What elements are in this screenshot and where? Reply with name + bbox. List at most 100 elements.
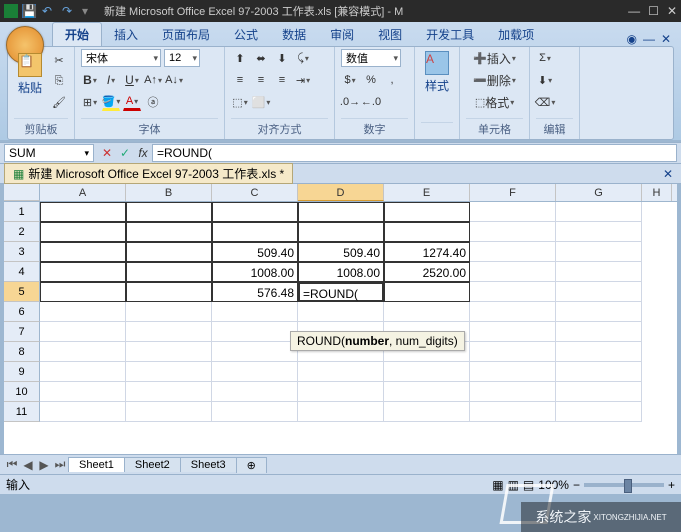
align-left-button[interactable]: ≡	[231, 71, 249, 89]
worksheet-grid[interactable]: A B C D E F G H 1 2 3509.40509.401274.40…	[4, 184, 677, 454]
copy-icon[interactable]: ⎘	[50, 72, 68, 90]
underline-button[interactable]: U	[123, 71, 141, 89]
zoom-level[interactable]: 100%	[538, 478, 569, 492]
cell[interactable]: 509.40	[212, 242, 298, 262]
minimize-button[interactable]: —	[628, 4, 640, 18]
col-header-a[interactable]: A	[40, 184, 126, 201]
cell[interactable]	[126, 262, 212, 282]
cell[interactable]	[212, 362, 298, 382]
format-cells-button[interactable]: ⬚格式	[466, 93, 523, 111]
row-header[interactable]: 10	[4, 382, 40, 402]
zoom-slider[interactable]	[584, 483, 664, 487]
cell[interactable]	[40, 222, 126, 242]
font-face-combo[interactable]: 宋体	[81, 49, 161, 67]
col-header-b[interactable]: B	[126, 184, 212, 201]
align-center-button[interactable]: ≡	[252, 71, 270, 89]
cell[interactable]: 1008.00	[212, 262, 298, 282]
cell[interactable]	[470, 302, 556, 322]
cell[interactable]	[212, 402, 298, 422]
cell[interactable]	[298, 202, 384, 222]
help-icon[interactable]: ◉	[626, 32, 636, 46]
cell[interactable]	[126, 242, 212, 262]
col-header-h[interactable]: H	[642, 184, 672, 201]
ribbon-close-icon[interactable]: ✕	[661, 32, 671, 46]
col-header-e[interactable]: E	[384, 184, 470, 201]
cell[interactable]	[40, 282, 126, 302]
cell[interactable]	[470, 362, 556, 382]
tab-addins[interactable]: 加载项	[486, 23, 546, 46]
cell[interactable]	[40, 242, 126, 262]
tab-insert[interactable]: 插入	[102, 23, 150, 46]
align-right-button[interactable]: ≡	[273, 71, 291, 89]
view-normal-button[interactable]: ▦	[492, 478, 503, 492]
cell[interactable]	[126, 322, 212, 342]
document-close-button[interactable]: ✕	[663, 167, 681, 181]
cell[interactable]	[556, 262, 642, 282]
cell[interactable]	[556, 322, 642, 342]
formula-input[interactable]: =ROUND(	[152, 144, 677, 162]
cell[interactable]	[384, 302, 470, 322]
cell[interactable]	[470, 382, 556, 402]
cell[interactable]	[40, 362, 126, 382]
col-header-d[interactable]: D	[298, 184, 384, 201]
cut-icon[interactable]: ✂	[50, 51, 68, 69]
row-header[interactable]: 7	[4, 322, 40, 342]
tab-data[interactable]: 数据	[270, 23, 318, 46]
maximize-button[interactable]: ☐	[648, 4, 659, 18]
new-sheet-button[interactable]: ⊕	[236, 457, 267, 473]
cell[interactable]	[126, 342, 212, 362]
ribbon-minimize-icon[interactable]: —	[643, 32, 655, 46]
sheet-nav-last[interactable]: ⏭	[52, 457, 68, 472]
view-break-button[interactable]: ▤	[523, 478, 534, 492]
cell[interactable]: 576.48	[212, 282, 298, 302]
row-header[interactable]: 1	[4, 202, 40, 222]
sheet-nav-first[interactable]: ⏮	[4, 457, 20, 472]
cell[interactable]	[384, 202, 470, 222]
align-middle-button[interactable]: ⬌	[252, 49, 270, 67]
styles-button[interactable]: A 样式	[421, 49, 453, 96]
cell[interactable]	[40, 302, 126, 322]
font-size-combo[interactable]: 12	[164, 49, 200, 67]
sheet-nav-prev[interactable]: ◀	[20, 458, 36, 472]
active-cell[interactable]: =ROUND(	[298, 282, 384, 302]
cell[interactable]: 1274.40	[384, 242, 470, 262]
row-header[interactable]: 5	[4, 282, 40, 302]
cell[interactable]	[384, 382, 470, 402]
cell[interactable]	[556, 202, 642, 222]
decrease-decimal-button[interactable]: ←.0	[362, 93, 380, 111]
cell[interactable]	[40, 262, 126, 282]
orientation-button[interactable]: ⤹	[294, 49, 312, 67]
row-header[interactable]: 3	[4, 242, 40, 262]
cell[interactable]	[40, 342, 126, 362]
col-header-g[interactable]: G	[556, 184, 642, 201]
cell[interactable]	[556, 222, 642, 242]
cell[interactable]	[470, 242, 556, 262]
cell[interactable]	[126, 362, 212, 382]
cell[interactable]	[298, 222, 384, 242]
row-header[interactable]: 2	[4, 222, 40, 242]
cell[interactable]	[40, 402, 126, 422]
indent-button[interactable]: ⇥	[294, 71, 312, 89]
cell[interactable]	[126, 202, 212, 222]
paste-button[interactable]: 📋 粘贴	[14, 51, 46, 98]
cell[interactable]	[212, 302, 298, 322]
row-header[interactable]: 6	[4, 302, 40, 322]
cell[interactable]	[40, 322, 126, 342]
cell[interactable]	[556, 402, 642, 422]
cell[interactable]	[298, 402, 384, 422]
sheet-nav-next[interactable]: ▶	[36, 458, 52, 472]
sheet-tab[interactable]: Sheet1	[68, 457, 125, 472]
align-top-button[interactable]: ⬆	[231, 49, 249, 67]
format-painter-icon[interactable]: 🖌	[50, 93, 68, 111]
redo-icon[interactable]: ↷	[62, 4, 76, 18]
cell[interactable]: 509.40	[298, 242, 384, 262]
cell[interactable]	[556, 282, 642, 302]
italic-button[interactable]: I	[102, 71, 120, 89]
cell[interactable]	[556, 242, 642, 262]
autosum-button[interactable]: Σ	[536, 49, 554, 67]
wrap-text-button[interactable]: ⬚	[231, 93, 249, 111]
comma-button[interactable]: ,	[383, 71, 401, 89]
delete-cells-button[interactable]: ➖删除	[466, 71, 523, 89]
cell[interactable]	[126, 382, 212, 402]
formula-cancel-button[interactable]: ✕	[98, 146, 116, 160]
